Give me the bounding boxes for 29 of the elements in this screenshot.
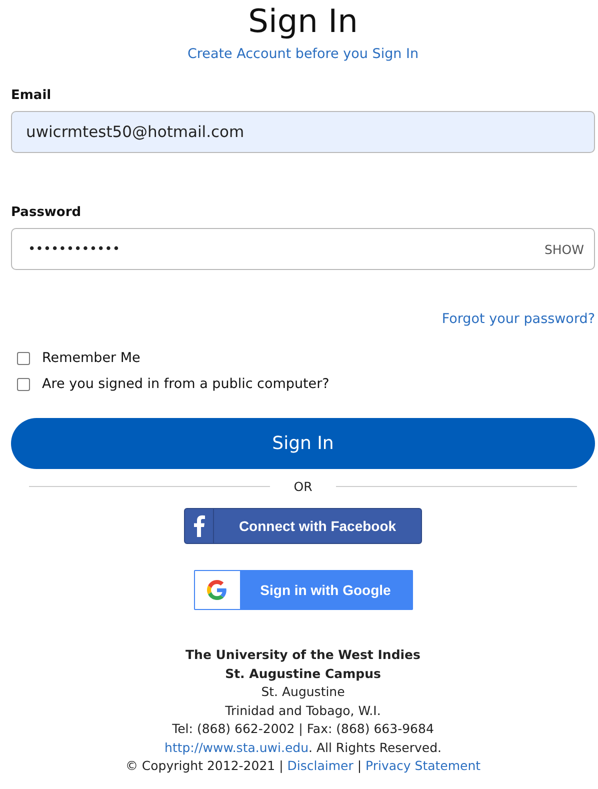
checkbox[interactable] (17, 352, 30, 364)
checkbox-label: Are you signed in from a public computer? (42, 376, 330, 392)
checkbox-label: Remember Me (42, 350, 140, 366)
show-password-button[interactable]: SHOW (544, 242, 584, 256)
google-icon (207, 580, 227, 600)
footer-text: The University of the West Indies (186, 646, 420, 664)
sign-in-button[interactable]: Sign In (11, 418, 595, 469)
or-divider-text: OR (294, 479, 312, 494)
password-label: Password (11, 205, 82, 220)
forgot-password-link[interactable]: Forgot your password? (442, 311, 595, 327)
footer-text: . All Rights Reserved. (308, 740, 442, 754)
checkbox[interactable] (17, 378, 30, 390)
footer-text: Trinidad and Tobago, W.I. (225, 702, 381, 720)
footer-link[interactable]: Disclaimer (287, 758, 354, 773)
footer-text: St. Augustine (261, 683, 345, 701)
page-title: Sign In (248, 2, 358, 40)
footer-text: Tel: (868) 662-2002 | Fax: (868) 663-9684 (172, 720, 434, 738)
email-label: Email (11, 88, 52, 103)
google-button[interactable]: Sign in with Google (194, 570, 412, 610)
password-field[interactable]: •••••••••••• SHOW (11, 228, 595, 270)
facebook-icon (193, 515, 205, 537)
footer-text: St. Augustine Campus (225, 664, 381, 683)
footer-link[interactable]: http://www.sta.uwi.edu (164, 740, 308, 754)
email-field[interactable]: uwicrmtest50@hotmail.com (11, 111, 595, 153)
footer-text: | (356, 758, 363, 773)
footer-text: © Copyright 2012-2021 | (125, 758, 284, 773)
facebook-button[interactable]: Connect with Facebook (184, 508, 422, 544)
footer-link[interactable]: Privacy Statement (366, 758, 481, 773)
create-account-link[interactable]: Create Account before you Sign In (187, 46, 419, 62)
